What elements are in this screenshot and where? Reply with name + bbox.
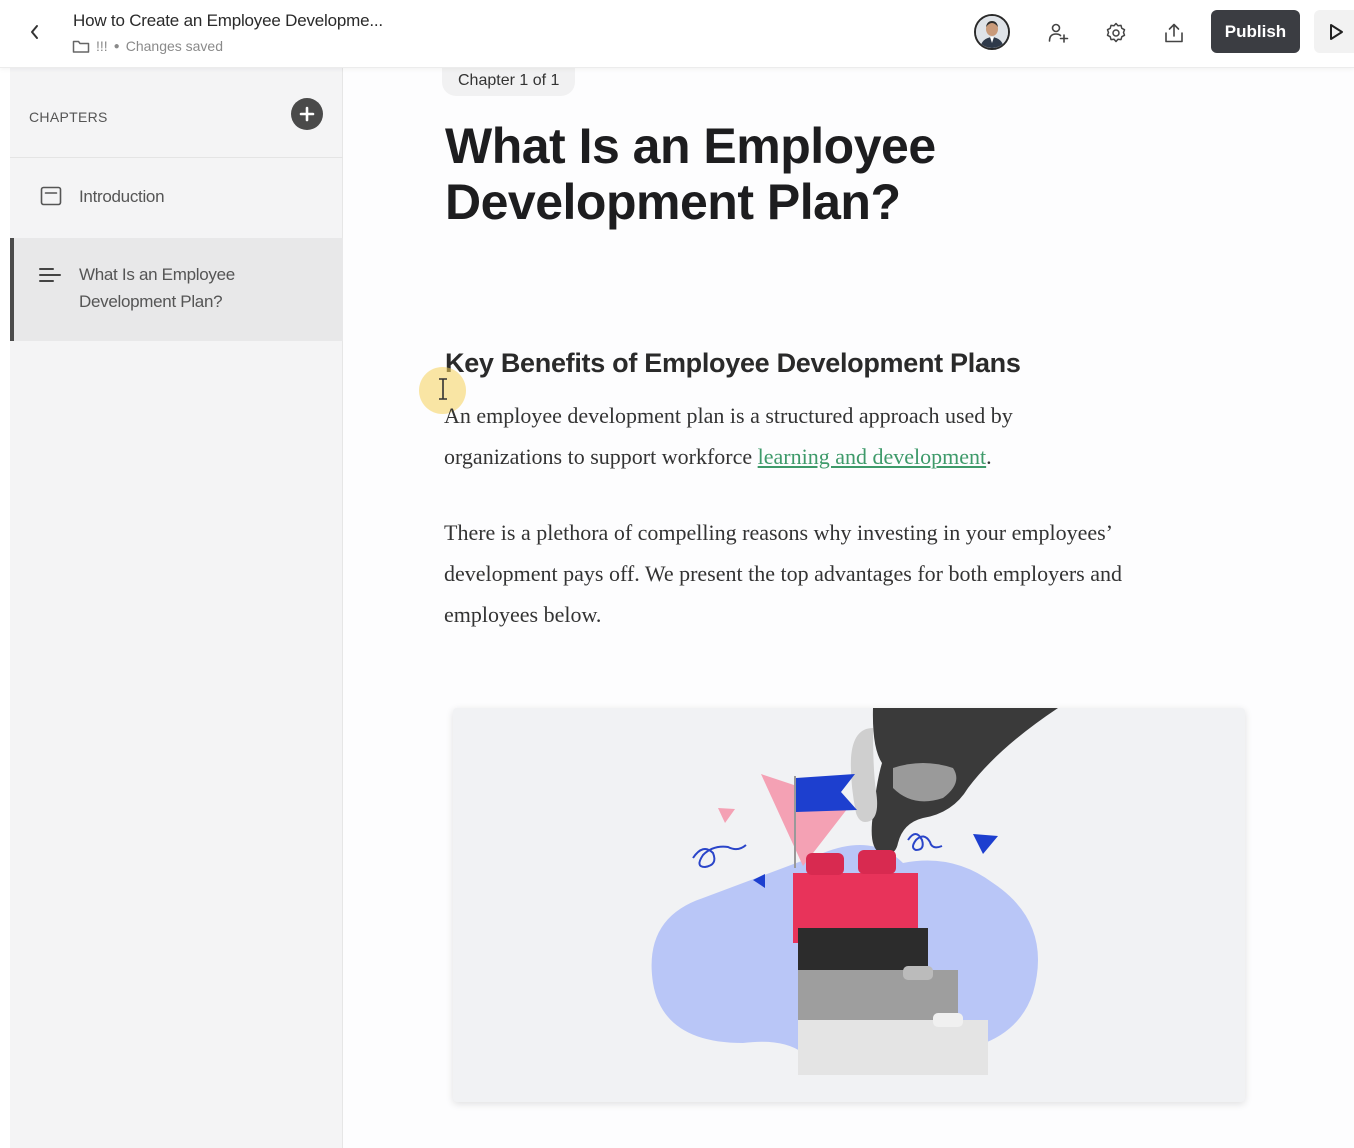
para1-line2: organizations to support workforce — [444, 444, 758, 469]
play-icon — [1330, 23, 1343, 40]
chapters-heading: CHAPTERS — [29, 109, 108, 125]
folder-link[interactable] — [72, 39, 90, 54]
page-icon — [40, 186, 62, 211]
sidebar-item-label-line2: Development Plan? — [79, 292, 223, 311]
learning-development-link[interactable]: learning and development — [758, 444, 986, 469]
top-bar: How to Create an Employee Developme... !… — [0, 0, 1354, 68]
share-upload-icon — [1165, 23, 1183, 43]
back-button[interactable] — [22, 18, 48, 46]
save-status: Changes saved — [125, 38, 224, 54]
para2-line2: development pays off. We present the top… — [444, 561, 1123, 586]
add-collaborator-button[interactable] — [1040, 15, 1076, 51]
para1-line1: An employee development plan is a struct… — [444, 403, 1013, 428]
illustration-image[interactable] — [453, 708, 1245, 1102]
publish-button[interactable]: Publish — [1211, 10, 1300, 53]
share-button[interactable] — [1156, 15, 1192, 51]
page-title[interactable]: What Is an Employee Development Plan? — [445, 118, 1085, 230]
editor-main: Chapter 1 of 1 What Is an Employee Devel… — [343, 66, 1354, 1148]
lego-flag-illustration — [651, 708, 1058, 1075]
page-title-line1: What Is an Employee — [445, 118, 936, 174]
section-heading[interactable]: Key Benefits of Employee Development Pla… — [445, 348, 1021, 379]
plus-icon — [299, 106, 315, 122]
chevron-left-icon — [31, 25, 38, 39]
add-user-icon — [1048, 23, 1069, 43]
folder-name[interactable]: !!! — [96, 38, 108, 54]
para1-period: . — [986, 444, 992, 469]
add-chapter-button[interactable] — [291, 98, 323, 130]
window-edge — [0, 68, 10, 1148]
document-title[interactable]: How to Create an Employee Developme... — [73, 11, 383, 31]
preview-button[interactable] — [1314, 10, 1354, 53]
separator-dot: ● — [113, 40, 120, 52]
paragraph-intro[interactable]: An employee development plan is a struct… — [444, 395, 1254, 477]
sidebar-item-employee-development-plan[interactable]: What Is an Employee Development Plan? — [10, 238, 343, 341]
sidebar-item-introduction[interactable]: Introduction — [10, 158, 343, 238]
sidebar-header: CHAPTERS — [10, 68, 343, 158]
para2-line3: employees below. — [444, 602, 602, 627]
user-photo-icon — [976, 16, 1008, 48]
paragraph-reasons[interactable]: There is a plethora of compelling reason… — [444, 512, 1254, 635]
chapters-sidebar: CHAPTERS Introduction What Is an Employe… — [10, 68, 343, 1148]
document-meta: !!! ● Changes saved — [72, 38, 223, 54]
sidebar-item-label: What Is an Employee Development Plan? — [79, 261, 235, 315]
paragraph-lines-icon — [38, 266, 62, 289]
sidebar-item-label: Introduction — [79, 187, 165, 206]
folder-icon — [72, 40, 90, 53]
sidebar-item-label-line1: What Is an Employee — [79, 265, 235, 284]
chapter-indicator: Chapter 1 of 1 — [442, 66, 576, 96]
avatar[interactable] — [974, 14, 1010, 50]
settings-button[interactable] — [1098, 15, 1134, 51]
para2-line1: There is a plethora of compelling reason… — [444, 520, 1113, 545]
page-title-line2: Development Plan? — [445, 174, 901, 230]
gear-icon — [1106, 22, 1126, 43]
